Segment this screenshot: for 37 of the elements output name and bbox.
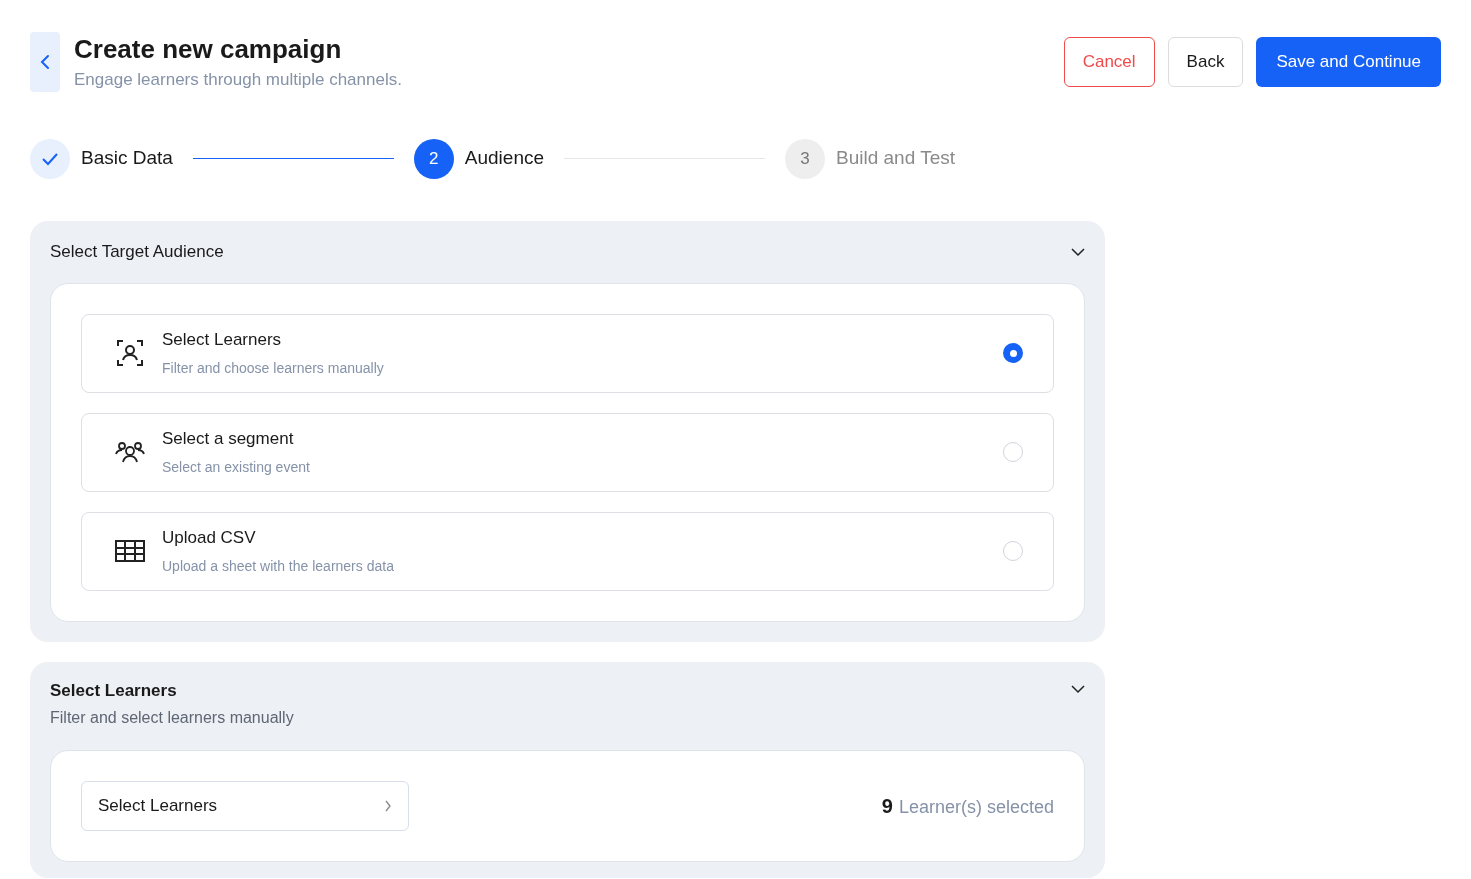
check-icon — [41, 151, 59, 166]
section-title: Select Learners — [50, 679, 178, 702]
page-subtitle: Engage learners through multiple channels. — [74, 69, 402, 91]
section-subtitle: Filter and select learners manually — [50, 708, 294, 728]
option-description: Select an existing event — [162, 457, 311, 477]
option-title: Upload CSV — [162, 527, 257, 550]
learner-count: 9 — [881, 794, 893, 819]
option-card[interactable]: Upload CSV Upload a sheet with the learners data — [81, 511, 1054, 591]
chevron-down-icon[interactable] — [1071, 246, 1085, 257]
chevron-right-icon — [384, 800, 392, 812]
option-card[interactable]: Select a segment Select an existing event — [81, 412, 1054, 492]
option-description: Upload a sheet with the learners data — [162, 556, 395, 576]
step-label: Audience — [464, 146, 545, 171]
select-learners-button[interactable]: Select Learners — [81, 781, 409, 831]
option-description: Filter and choose learners manually — [162, 358, 385, 378]
option-title: Select Learners — [162, 329, 283, 352]
radio-button[interactable] — [1003, 442, 1023, 462]
step-number: 3 — [785, 138, 825, 179]
step-label: Basic Data — [81, 146, 173, 171]
option-title: Select a segment — [162, 428, 295, 451]
chevron-down-icon[interactable] — [1071, 683, 1085, 694]
step-label: Build and Test — [836, 146, 955, 171]
option-card[interactable]: Select Learners Filter and choose learners manually — [81, 313, 1054, 393]
chevron-left-icon — [39, 54, 51, 70]
save-button[interactable]: Save and Continue — [1256, 37, 1441, 87]
back-arrow-button[interactable] — [30, 32, 60, 92]
radio-button[interactable] — [1003, 343, 1023, 363]
person-focus-icon — [116, 339, 144, 367]
learner-count-label: Learner(s) selected — [898, 796, 1054, 819]
section-title: Select Target Audience — [50, 240, 224, 263]
table-icon — [115, 540, 145, 562]
cancel-button[interactable]: Cancel — [1063, 37, 1155, 87]
page-title: Create new campaign — [74, 33, 343, 66]
radio-button[interactable] — [1003, 541, 1023, 561]
step-number: 2 — [413, 138, 454, 179]
group-icon — [115, 440, 145, 464]
back-button[interactable]: Back — [1167, 37, 1244, 87]
